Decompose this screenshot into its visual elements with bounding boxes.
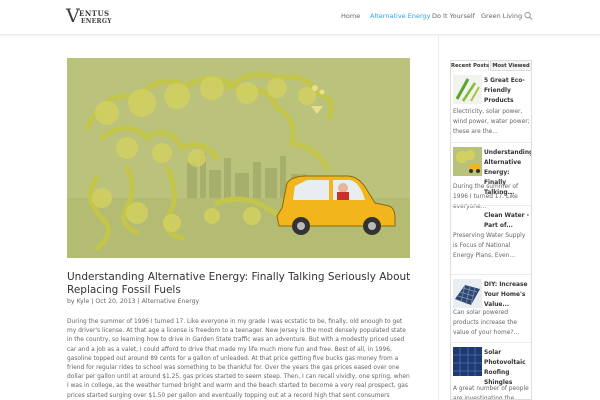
sidebar-tabs: Recent Posts Most Viewed xyxy=(450,60,532,71)
nav-item-green-living[interactable]: Green Living xyxy=(481,12,522,20)
post-author[interactable]: Kyle xyxy=(77,298,90,305)
site-header: V ENTUS ENERGY Home Alternative Energy D… xyxy=(0,0,600,35)
post-date: Oct 20, 2013 xyxy=(95,298,136,305)
post-meta: by Kyle | Oct 20, 2013 | Alternative Ene… xyxy=(67,298,199,305)
sidebar-post[interactable]: 5 Great Eco-Friendly Products Electricit… xyxy=(451,71,531,141)
solar-shingles-thumbnail-image xyxy=(453,347,482,376)
sidebar-post[interactable]: DIY: Increase Your Home's Value... Can s… xyxy=(451,275,531,345)
sidebar-post[interactable]: Solar Photovoltaic Roofing Shingles A gr… xyxy=(451,343,531,400)
post-thumbnail[interactable] xyxy=(453,279,482,308)
search-icon[interactable] xyxy=(524,11,533,21)
solar-panel-thumbnail-image xyxy=(453,279,482,308)
post-thumbnail[interactable] xyxy=(453,347,482,376)
sidebar-post-excerpt: Can solar powered products increase the … xyxy=(453,310,520,336)
smog-dinosaur-car-illustration xyxy=(67,58,410,258)
post-category[interactable]: Alternative Energy xyxy=(142,298,200,305)
sidebar-post-title[interactable]: Clean Water - Part of... xyxy=(484,211,531,231)
sidebar-post-excerpt: Electricity, solar power, wind power, wa… xyxy=(453,109,530,135)
sidebar-post-title[interactable]: 5 Great Eco-Friendly Products xyxy=(484,76,531,106)
nav-item-do-it-yourself[interactable]: Do It Yourself xyxy=(432,12,475,20)
recent-posts-widget: 5 Great Eco-Friendly Products Electricit… xyxy=(450,71,532,400)
main-nav: Home Alternative Energy Do It Yourself G… xyxy=(0,12,600,24)
nav-item-home[interactable]: Home xyxy=(341,12,360,20)
sidebar-post[interactable]: Understanding Alternative Energy: Finall… xyxy=(451,143,531,210)
smog-car-thumbnail-image xyxy=(453,147,482,176)
tab-recent-posts[interactable]: Recent Posts xyxy=(450,60,489,71)
sidebar-post-title[interactable]: Solar Photovoltaic Roofing Shingles xyxy=(484,348,530,388)
post-thumbnail[interactable] xyxy=(453,75,482,104)
nav-item-alternative-energy[interactable]: Alternative Energy xyxy=(370,12,430,20)
tab-most-viewed[interactable]: Most Viewed xyxy=(490,60,532,71)
sidebar-post-excerpt: Preserving Water Supply is Focus of Nati… xyxy=(453,233,526,259)
meta-by-label: by xyxy=(67,298,75,305)
content-divider xyxy=(438,35,439,400)
sidebar-post[interactable]: Clean Water - Part of... Preserving Wate… xyxy=(451,206,531,276)
post-title[interactable]: Understanding Alternative Energy: Finall… xyxy=(67,271,427,296)
post-body: During the summer of 1996 I turned 17. L… xyxy=(67,319,410,399)
meta-separator: | xyxy=(91,298,94,305)
sidebar-post-title[interactable]: DIY: Increase Your Home's Value... xyxy=(484,280,531,310)
eco-products-thumbnail-image xyxy=(453,75,482,104)
post-thumbnail[interactable] xyxy=(453,147,482,176)
meta-separator: | xyxy=(137,298,140,305)
sidebar-post-excerpt: A great number of people are investigati… xyxy=(453,386,529,400)
featured-image[interactable] xyxy=(67,58,410,258)
